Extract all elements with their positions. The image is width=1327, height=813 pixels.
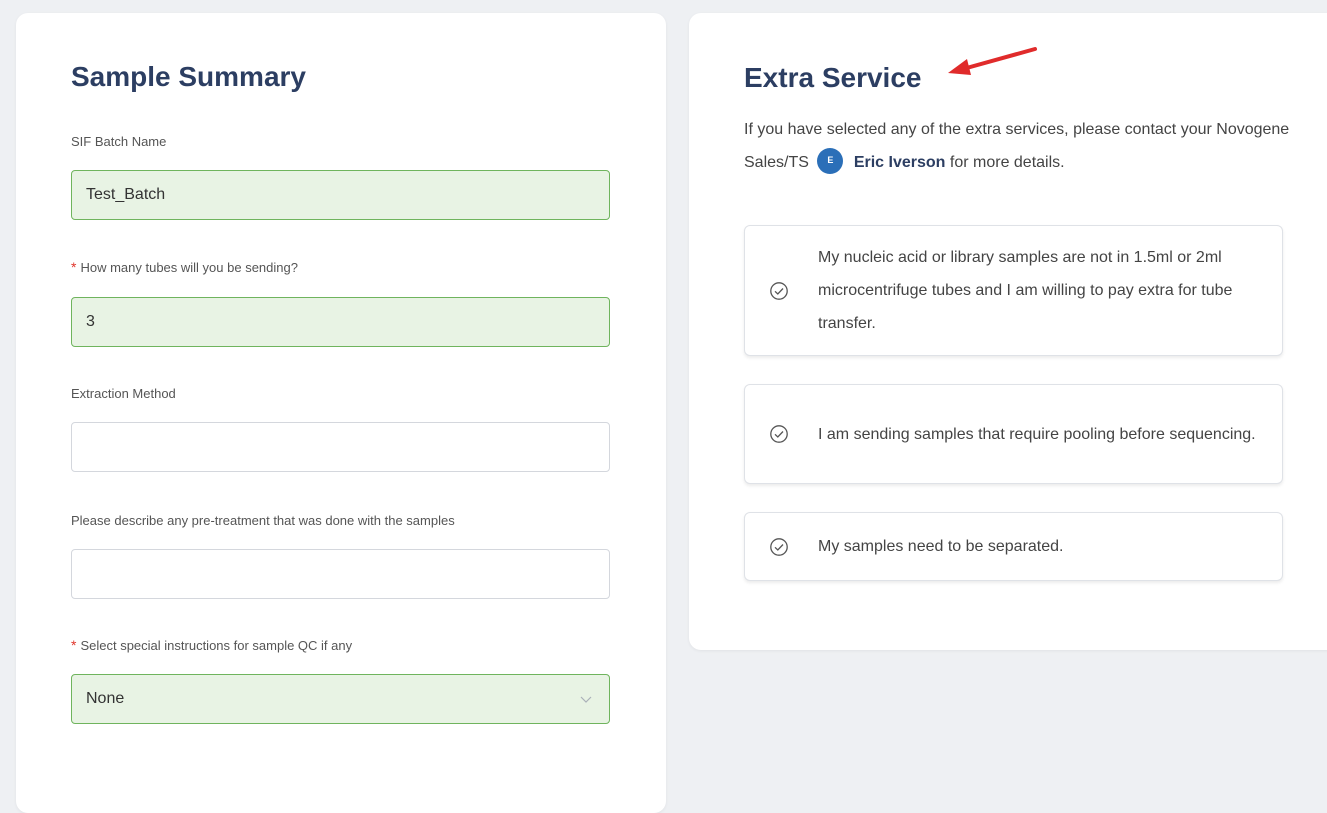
required-mark: * xyxy=(71,259,77,275)
option-separate-samples[interactable]: My samples need to be separated. xyxy=(744,512,1283,581)
qc-selected-value: None xyxy=(86,690,125,707)
qc-instructions-label-text: Select special instructions for sample Q… xyxy=(80,638,353,653)
batch-name-input[interactable]: Test_Batch xyxy=(71,170,610,220)
required-mark: * xyxy=(71,637,77,653)
option-text: My nucleic acid or library samples are n… xyxy=(818,249,1233,332)
extra-service-description: If you have selected any of the extra se… xyxy=(744,113,1304,179)
extraction-method-input[interactable] xyxy=(71,422,610,472)
avatar: E xyxy=(817,147,844,174)
tubes-count-input[interactable]: 3 xyxy=(71,297,610,347)
annotation-arrow-icon xyxy=(948,47,1037,75)
pretreatment-input[interactable] xyxy=(71,549,610,599)
qc-instructions-label: * Select special instructions for sample … xyxy=(71,637,352,653)
qc-instructions-select[interactable]: None xyxy=(71,674,610,724)
pretreatment-label: Please describe any pre-treatment that w… xyxy=(71,513,455,528)
option-text: I am sending samples that require poolin… xyxy=(818,425,1256,443)
description-suffix: for more details. xyxy=(949,154,1065,171)
extra-service-title: Extra Service xyxy=(744,62,922,93)
tubes-count-value: 3 xyxy=(86,313,95,330)
sample-summary-card: Sample Summary SIF Batch Name Test_Batch… xyxy=(16,13,666,813)
tubes-label: * How many tubes will you be sending? xyxy=(71,259,298,275)
check-circle-icon xyxy=(770,425,788,443)
check-circle-icon xyxy=(770,281,788,300)
batch-name-label: SIF Batch Name xyxy=(71,134,167,149)
check-circle-icon xyxy=(770,537,788,556)
extraction-method-label: Extraction Method xyxy=(71,386,176,401)
batch-name-value: Test_Batch xyxy=(86,186,166,203)
option-text: My samples need to be separated. xyxy=(818,538,1064,555)
chevron-down-icon xyxy=(580,696,592,703)
tubes-label-text: How many tubes will you be sending? xyxy=(80,260,298,275)
contact-name-link[interactable]: Eric Iverson xyxy=(854,154,946,171)
option-pooling[interactable]: I am sending samples that require poolin… xyxy=(744,384,1283,484)
option-tube-transfer[interactable]: My nucleic acid or library samples are n… xyxy=(744,225,1283,356)
extra-service-card: Extra Service If you have selected any o… xyxy=(689,13,1327,650)
sample-summary-title: Sample Summary xyxy=(71,61,306,92)
